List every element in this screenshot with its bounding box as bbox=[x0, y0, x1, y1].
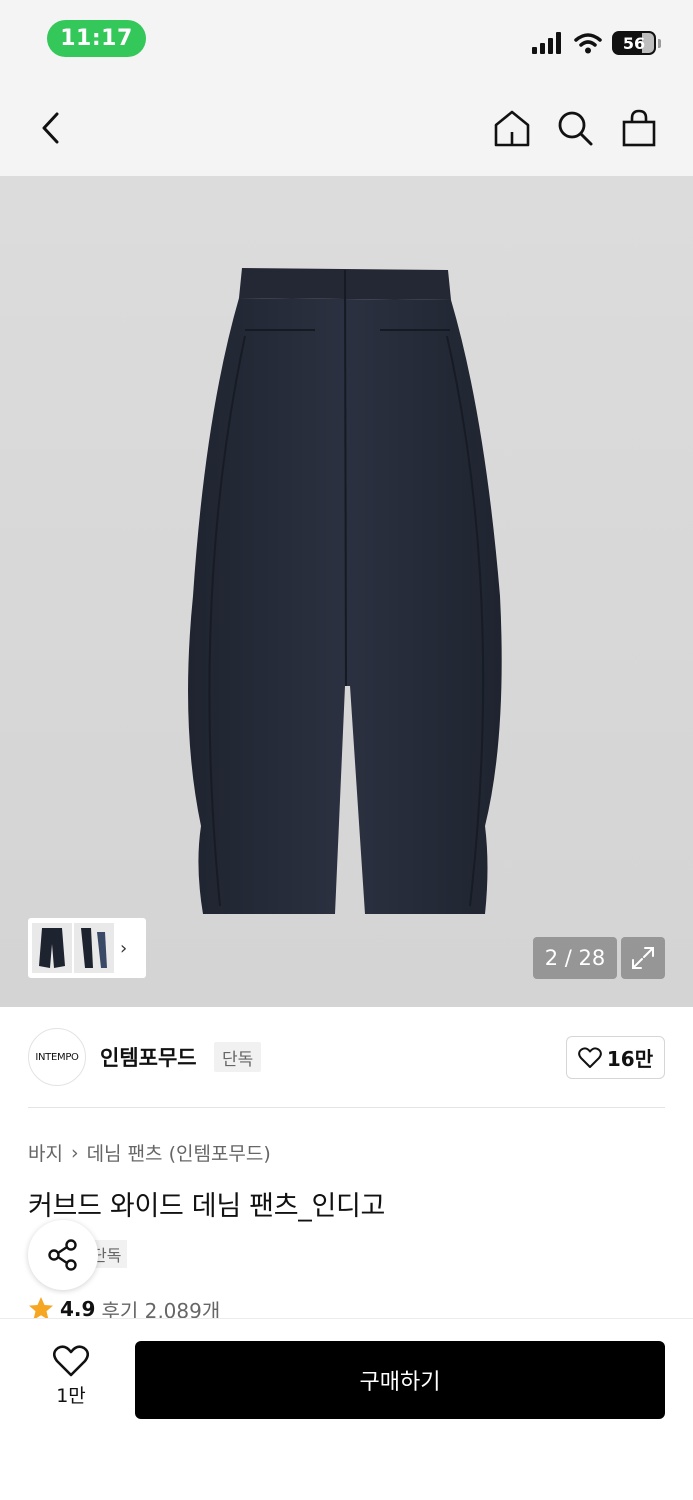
shopping-bag-icon bbox=[622, 109, 656, 147]
product-photo bbox=[188, 268, 502, 914]
share-icon bbox=[48, 1239, 77, 1271]
status-icons: 56 bbox=[532, 28, 661, 58]
wishlist-count: 1만 bbox=[56, 1385, 86, 1407]
battery-indicator: 56 bbox=[612, 31, 656, 55]
brand-row: INTEMPO 인템포무드 단독 16만 bbox=[28, 1028, 665, 1086]
brand-like-button[interactable]: 16만 bbox=[566, 1036, 665, 1079]
divider bbox=[28, 1107, 665, 1108]
breadcrumb-item[interactable]: 데님 팬츠 (인템포무드) bbox=[87, 1139, 271, 1166]
breadcrumb: 바지 › 데님 팬츠 (인템포무드) bbox=[28, 1139, 271, 1166]
status-time: 11:17 bbox=[47, 20, 146, 57]
thumbnail-strip[interactable]: › bbox=[28, 918, 146, 978]
brand-like-count: 16만 bbox=[606, 1047, 654, 1071]
back-button[interactable] bbox=[28, 106, 72, 150]
cart-button[interactable] bbox=[617, 106, 661, 150]
expand-icon bbox=[632, 947, 654, 969]
status-bar: 11:17 56 bbox=[0, 0, 693, 80]
search-icon bbox=[558, 111, 593, 146]
expand-button[interactable] bbox=[621, 937, 665, 979]
thumbnail-back[interactable] bbox=[32, 923, 72, 973]
home-icon bbox=[494, 110, 530, 147]
product-image-gallery[interactable]: › 2 / 28 bbox=[0, 176, 693, 1007]
brand-name[interactable]: 인템포무드 bbox=[100, 1042, 197, 1072]
battery-percent: 56 bbox=[622, 33, 646, 53]
home-button[interactable] bbox=[490, 106, 534, 150]
signal-icon bbox=[532, 32, 561, 54]
breadcrumb-item[interactable]: 바지 bbox=[28, 1139, 63, 1166]
search-button[interactable] bbox=[553, 106, 597, 150]
nav-bar bbox=[0, 80, 693, 176]
chevron-right-icon[interactable]: › bbox=[120, 938, 127, 959]
battery-tip bbox=[658, 38, 661, 48]
breadcrumb-chevron-icon: › bbox=[70, 1141, 79, 1164]
buy-button[interactable]: 구매하기 bbox=[135, 1341, 665, 1419]
brand-exclusive-tag: 단독 bbox=[214, 1042, 262, 1072]
product-title: 커브드 와이드 데님 팬츠_인디고 bbox=[28, 1191, 386, 1222]
wishlist-button[interactable]: 1만 bbox=[38, 1345, 104, 1415]
bottom-action-bar: 1만 구매하기 bbox=[0, 1318, 693, 1500]
image-counter: 2 / 28 bbox=[533, 937, 617, 979]
share-button[interactable] bbox=[28, 1220, 98, 1290]
wifi-icon bbox=[574, 33, 602, 54]
thumbnail-side[interactable] bbox=[74, 923, 114, 973]
back-icon bbox=[42, 112, 59, 144]
brand-logo[interactable]: INTEMPO bbox=[28, 1028, 86, 1086]
heart-icon bbox=[578, 1046, 602, 1068]
heart-icon bbox=[53, 1345, 89, 1377]
